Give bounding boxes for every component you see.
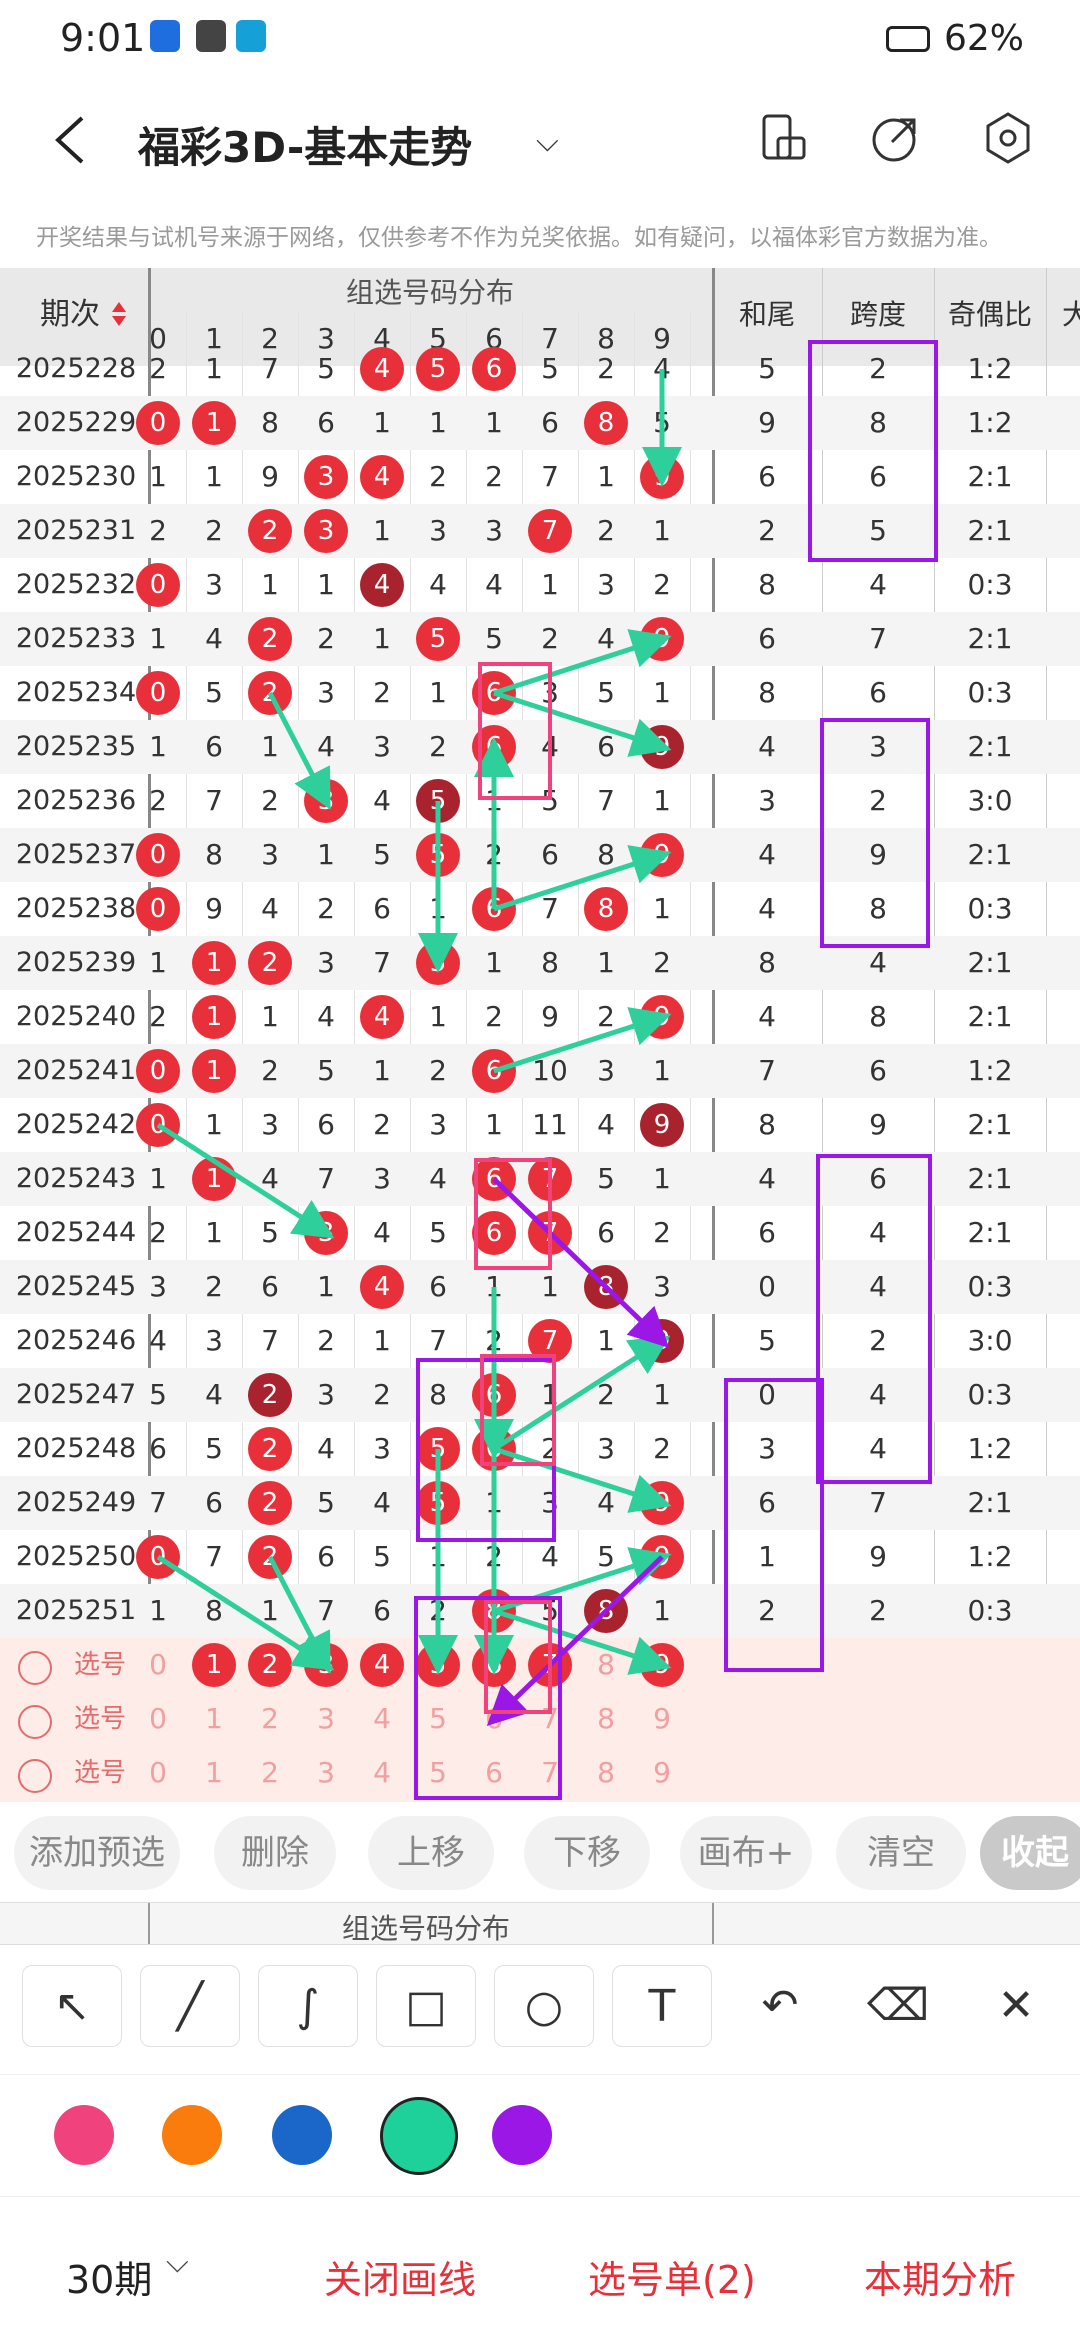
- purple-box[interactable]: [816, 1154, 932, 1484]
- action-button[interactable]: 添加预选: [14, 1816, 180, 1890]
- circle-tool-icon[interactable]: ○: [494, 1965, 594, 2047]
- disclaimer-text: 开奖结果与试机号来源于网络，仅供参考不作为兑奖依据。如有疑问，以福体彩官方数据为…: [36, 225, 1002, 251]
- purple-box[interactable]: [820, 718, 930, 948]
- purple-arrow[interactable]: [492, 1177, 670, 1348]
- green-arrow[interactable]: [493, 1446, 672, 1513]
- undo-icon[interactable]: ↶: [730, 1965, 830, 2047]
- share-icon[interactable]: [868, 110, 924, 166]
- green-arrow[interactable]: [493, 845, 672, 912]
- arrow-tool-icon[interactable]: ↖: [22, 1965, 122, 2047]
- secondary-header: 组选号码分布: [0, 1902, 1080, 1945]
- color-palette: [0, 2074, 1080, 2194]
- pink-box[interactable]: [474, 1158, 552, 1270]
- shield-icon: [150, 20, 180, 52]
- purple-box[interactable]: [724, 1378, 824, 1672]
- pick-list-button[interactable]: 选号单(2): [588, 2249, 756, 2304]
- chevron-down-icon[interactable]: ⌵: [536, 124, 559, 159]
- secondary-group-label: 组选号码分布: [342, 1912, 511, 1945]
- action-bar: 添加预选 删除 上移 下移 画布+ 清空 收起: [0, 1802, 1080, 1902]
- green-arrow[interactable]: [493, 690, 672, 757]
- color-swatch-pink[interactable]: [54, 2105, 114, 2165]
- action-button[interactable]: 下移: [524, 1816, 650, 1890]
- page-title[interactable]: 福彩3D-基本走势: [138, 114, 472, 175]
- status-bar: 9:01 62%: [0, 0, 1080, 80]
- action-button[interactable]: 画布+: [680, 1816, 812, 1890]
- green-arrow[interactable]: [156, 1122, 335, 1239]
- chevron-down-icon[interactable]: ⌵: [166, 2245, 189, 2280]
- color-swatch-green[interactable]: [380, 2097, 458, 2175]
- rect-tool-icon[interactable]: □: [376, 1965, 476, 2047]
- settings-icon[interactable]: [980, 110, 1036, 166]
- status-time: 9:01: [60, 16, 146, 60]
- drawing-toolbar: ↖ ╱ ∫ □ ○ T ↶ ⌫ ✕: [0, 1944, 1080, 2072]
- clear-brush-icon[interactable]: ✕: [966, 1965, 1066, 2047]
- text-tool-icon[interactable]: T: [612, 1965, 712, 2047]
- eraser-icon[interactable]: ⌫: [848, 1965, 948, 2047]
- landscape-icon[interactable]: [756, 110, 812, 166]
- purple-arrow[interactable]: [486, 1555, 664, 1726]
- bottom-bar: 30期 ⌵ 关闭画线 选号单(2) 本期分析: [0, 2196, 1080, 2340]
- green-arrow[interactable]: [493, 1007, 672, 1074]
- alert-icon: [196, 20, 226, 52]
- app-bar: 福彩3D-基本走势 ⌵: [0, 80, 1080, 200]
- action-button[interactable]: 收起: [980, 1816, 1080, 1890]
- trend-table: 期次 组选号码分布 0 1 2 3 4 5 6 7 8 9 和尾 跨度 奇偶比大 2025228 2 1 7 5 4 5 6…: [0, 268, 1080, 1802]
- action-button[interactable]: 上移: [368, 1816, 494, 1890]
- divider: [148, 1903, 150, 1945]
- color-swatch-blue[interactable]: [272, 2105, 332, 2165]
- color-swatch-purple[interactable]: [492, 2105, 552, 2165]
- action-button[interactable]: 清空: [836, 1816, 966, 1890]
- purple-box[interactable]: [808, 340, 938, 562]
- period-selector[interactable]: 30期: [66, 2249, 152, 2304]
- curve-tool-icon[interactable]: ∫: [258, 1965, 358, 2047]
- battery-icon: [886, 26, 930, 52]
- line-tool-icon[interactable]: ╱: [140, 1965, 240, 2047]
- analysis-button[interactable]: 本期分析: [864, 2249, 1016, 2304]
- battery-percent: 62%: [943, 18, 1024, 59]
- drawing-overlay[interactable]: [0, 268, 1080, 1802]
- color-swatch-orange[interactable]: [162, 2105, 222, 2165]
- close-drawing-button[interactable]: 关闭画线: [324, 2249, 476, 2304]
- action-button[interactable]: 删除: [214, 1816, 336, 1890]
- green-arrow[interactable]: [267, 691, 331, 810]
- back-icon[interactable]: [52, 114, 88, 166]
- divider: [712, 1903, 714, 1945]
- app-icon: [236, 20, 266, 52]
